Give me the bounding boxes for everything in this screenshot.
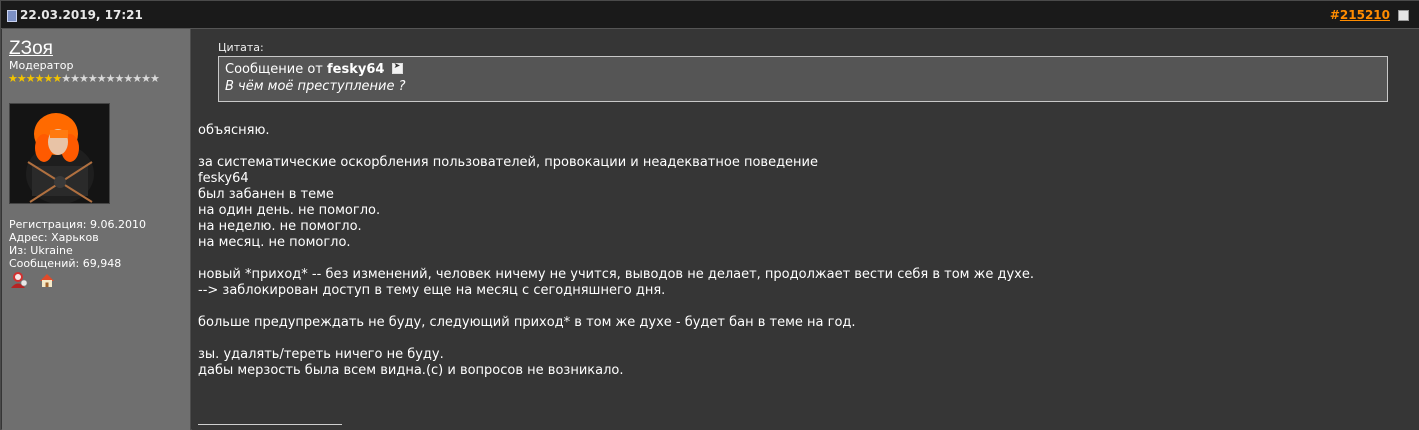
star-empty-icon: ★ <box>150 72 160 85</box>
post-date: 22.03.2019, 17:21 <box>20 8 143 22</box>
star-filled-icon: ★ <box>25 72 36 85</box>
star-empty-icon: ★ <box>96 72 107 85</box>
star-empty-icon: ★ <box>141 72 151 85</box>
message-line: на месяц. не помогло. <box>198 235 351 250</box>
message-line: больше предупреждать не буду, следующий … <box>198 315 856 330</box>
post-status-icon <box>7 10 17 22</box>
message-line: был забанен в теме <box>198 187 334 202</box>
signature-separator <box>198 424 342 425</box>
home-icon[interactable] <box>39 273 55 288</box>
avatar-image <box>10 104 109 203</box>
post-content: Цитата: Сообщение от fesky64 В чём моё п… <box>192 29 1419 430</box>
user-address: Адрес: Харьков <box>9 231 99 244</box>
quote-intro: Сообщение от <box>225 62 323 77</box>
view-post-icon[interactable] <box>391 61 403 74</box>
post-number-prefix: # <box>1329 8 1340 22</box>
message-line: новый *приход* -- без изменений, человек… <box>198 267 1034 282</box>
quote-box: Сообщение от fesky64 В чём моё преступле… <box>218 56 1388 102</box>
quote-label: Цитата: <box>218 41 264 54</box>
user-registration: Регистрация: 9.06.2010 <box>9 218 146 231</box>
message-body: объясняю. за систематические оскорбления … <box>198 123 1034 379</box>
forum-post: 22.03.2019, 17:21 #215210 ZЗоя Модератор… <box>0 0 1419 430</box>
star-empty-icon: ★ <box>132 72 142 85</box>
quote-header: Сообщение от fesky64 <box>225 61 1381 77</box>
star-empty-icon: ★ <box>70 72 80 85</box>
message-line: дабы мерзость была всем видна.(с) и вопр… <box>198 363 624 378</box>
reputation-stars: ★★★★★★★★★★★★★★★★★ <box>8 72 160 85</box>
message-line: зы. удалять/тереть ничего не буду. <box>198 347 444 362</box>
user-title: Модератор <box>9 59 74 72</box>
star-empty-icon: ★ <box>79 72 89 85</box>
user-message-count: Сообщений: 69,948 <box>9 257 122 270</box>
post-header: 22.03.2019, 17:21 #215210 <box>1 1 1419 29</box>
star-empty-icon: ★ <box>61 72 71 85</box>
avatar[interactable] <box>9 103 110 204</box>
user-from: Из: Ukraine <box>9 244 73 257</box>
user-details: Регистрация: 9.06.2010 Адрес: Харьков Из… <box>9 218 146 270</box>
post-number-link[interactable]: 215210 <box>1340 8 1390 22</box>
post-permalink[interactable]: #215210 <box>1330 8 1390 22</box>
message-line: на неделю. не помогло. <box>198 219 362 234</box>
user-info-column: ZЗоя Модератор ★★★★★★★★★★★★★★★★★ Регистр… <box>2 29 191 430</box>
multiquote-checkbox[interactable] <box>1398 10 1409 21</box>
star-empty-icon: ★ <box>105 72 116 85</box>
user-profile-icon[interactable] <box>9 271 29 289</box>
star-empty-icon: ★ <box>87 72 98 85</box>
star-filled-icon: ★ <box>34 72 45 85</box>
quote-text: В чём моё преступление ? <box>225 79 406 94</box>
message-line: --> заблокирован доступ в тему еще на ме… <box>198 283 666 298</box>
message-line: на один день. не помогло. <box>198 203 381 218</box>
message-line: за систематические оскорбления пользоват… <box>198 155 819 170</box>
star-empty-icon: ★ <box>123 72 133 85</box>
message-line: объясняю. <box>198 123 270 138</box>
username-link[interactable]: ZЗоя <box>9 38 53 60</box>
star-filled-icon: ★ <box>8 72 18 85</box>
star-filled-icon: ★ <box>52 72 62 85</box>
user-action-icons <box>9 271 59 289</box>
message-line: fesky64 <box>198 171 249 186</box>
star-filled-icon: ★ <box>16 72 27 85</box>
quote-author: fesky64 <box>327 62 385 77</box>
